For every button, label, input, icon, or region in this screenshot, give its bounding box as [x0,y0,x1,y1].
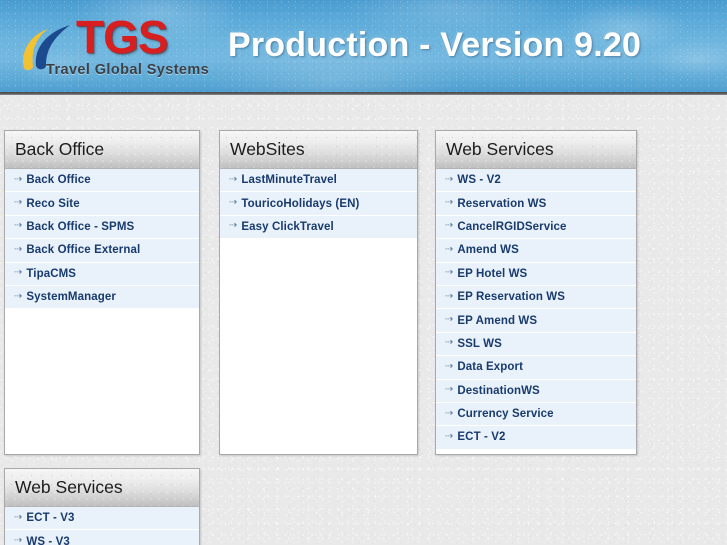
arrow-right-icon: ⇢ [445,314,454,326]
panel-web-services: Web Services ⇢ WS - V2 ⇢ Reservation WS … [435,130,637,455]
link-label: EP Hotel WS [457,267,528,280]
arrow-right-icon: ⇢ [445,360,454,372]
arrow-right-icon: ⇢ [445,243,454,255]
link-label: DestinationWS [457,384,540,397]
link-data-export[interactable]: ⇢ Data Export [436,356,636,380]
panel-header-websites: WebSites [220,131,417,169]
link-lastminutetravel[interactable]: ⇢ LastMinuteTravel [220,169,417,193]
page-title: Production - Version 9.20 [228,26,642,64]
link-systemmanager[interactable]: ⇢ SystemManager [5,285,199,310]
arrow-right-icon: ⇢ [445,430,454,442]
arrow-right-icon: ⇢ [445,220,454,232]
arrow-right-icon: ⇢ [14,243,23,255]
link-label: ECT - V3 [26,512,75,525]
link-back-office[interactable]: ⇢ Back Office [5,169,199,193]
arrow-right-icon: ⇢ [229,220,238,232]
panel-title-web-services: Web Services [446,139,554,159]
link-label: SSL WS [457,337,502,350]
link-back-office-external[interactable]: ⇢ Back Office External [5,239,199,263]
link-ssl-ws[interactable]: ⇢ SSL WS [436,332,636,357]
panel-body-web-services: ⇢ WS - V2 ⇢ Reservation WS ⇢ CancelRGIDS… [436,169,636,450]
link-label: ECT - V2 [457,431,506,444]
link-currency-service[interactable]: ⇢ Currency Service [436,402,636,427]
link-label: Data Export [457,361,524,374]
panel-header-web-services-v3: Web Services [5,469,199,507]
link-label: CancelRGIDService [457,220,567,233]
link-label: Back Office [26,174,91,187]
link-tipacms[interactable]: ⇢ TipaCMS [5,262,199,286]
arrow-right-icon: ⇢ [14,267,23,279]
link-ws-v3[interactable]: ⇢ WS - V3 [5,530,199,545]
panel-title-web-services-v3: Web Services [15,477,123,497]
link-back-office-spms[interactable]: ⇢ Back Office - SPMS [5,215,199,240]
panel-grid: Back Office ⇢ Back Office ⇢ Reco Site ⇢ … [0,95,727,545]
link-label: Reservation WS [457,197,547,210]
panel-title-back-office: Back Office [15,139,105,159]
header-bottom-rule [0,92,727,95]
arrow-right-icon: ⇢ [14,535,23,545]
panel-websites: WebSites ⇢ LastMinuteTravel ⇢ TouricoHol… [219,130,418,455]
link-label: Reco Site [26,197,80,210]
link-label: LastMinuteTravel [241,174,337,187]
link-ep-amend-ws[interactable]: ⇢ EP Amend WS [436,309,636,333]
link-easy-clicktravel[interactable]: ⇢ Easy ClickTravel [220,215,417,240]
link-label: WS - V2 [457,174,501,187]
link-ect-v2[interactable]: ⇢ ECT - V2 [436,426,636,450]
panel-header-back-office: Back Office [5,131,199,169]
arrow-right-icon: ⇢ [229,197,238,209]
link-label: Back Office - SPMS [26,220,135,233]
link-touricoholidays-en[interactable]: ⇢ TouricoHolidays (EN) [220,192,417,216]
arrow-right-icon: ⇢ [445,407,454,419]
link-label: EP Reservation WS [457,291,565,304]
arrow-right-icon: ⇢ [445,337,454,349]
arrow-right-icon: ⇢ [14,511,23,523]
link-label: Amend WS [457,244,519,257]
link-label: Back Office External [26,244,141,257]
panel-header-web-services: Web Services [436,131,636,169]
tgs-logo: TGS Travel Global Systems [18,14,218,84]
link-label: Easy ClickTravel [241,220,334,233]
logo-tagline: Travel Global Systems [46,62,210,78]
link-destinationws[interactable]: ⇢ DestinationWS [436,379,636,403]
arrow-right-icon: ⇢ [14,290,23,302]
link-label: TouricoHolidays (EN) [241,197,360,210]
link-ws-v2[interactable]: ⇢ WS - V2 [436,169,636,193]
link-reservation-ws[interactable]: ⇢ Reservation WS [436,192,636,216]
panel-body-back-office: ⇢ Back Office ⇢ Reco Site ⇢ Back Office … [5,169,199,310]
link-label: TipaCMS [26,267,77,280]
panel-body-websites: ⇢ LastMinuteTravel ⇢ TouricoHolidays (EN… [220,169,417,240]
arrow-right-icon: ⇢ [445,197,454,209]
panel-title-websites: WebSites [230,139,305,159]
link-label: Currency Service [457,408,554,421]
arrow-right-icon: ⇢ [229,173,238,185]
logo-brand-text: TGS [76,11,169,63]
arrow-right-icon: ⇢ [445,384,454,396]
link-amend-ws[interactable]: ⇢ Amend WS [436,239,636,263]
arrow-right-icon: ⇢ [14,197,23,209]
link-ep-reservation-ws[interactable]: ⇢ EP Reservation WS [436,285,636,310]
link-ect-v3[interactable]: ⇢ ECT - V3 [5,507,199,531]
panel-back-office: Back Office ⇢ Back Office ⇢ Reco Site ⇢ … [4,130,200,455]
link-label: WS - V3 [26,535,70,545]
arrow-right-icon: ⇢ [445,290,454,302]
arrow-right-icon: ⇢ [14,173,23,185]
link-label: EP Amend WS [457,314,538,327]
link-label: SystemManager [26,291,116,304]
arrow-right-icon: ⇢ [445,267,454,279]
arrow-right-icon: ⇢ [445,173,454,185]
link-cancelrgidservice[interactable]: ⇢ CancelRGIDService [436,215,636,240]
link-ep-hotel-ws[interactable]: ⇢ EP Hotel WS [436,262,636,286]
panel-body-web-services-v3: ⇢ ECT - V3 ⇢ WS - V3 [5,507,199,545]
link-reco-site[interactable]: ⇢ Reco Site [5,192,199,216]
app-header: TGS Travel Global Systems Production - V… [0,0,727,95]
arrow-right-icon: ⇢ [14,220,23,232]
panel-web-services-v3: Web Services ⇢ ECT - V3 ⇢ WS - V3 [4,468,200,545]
